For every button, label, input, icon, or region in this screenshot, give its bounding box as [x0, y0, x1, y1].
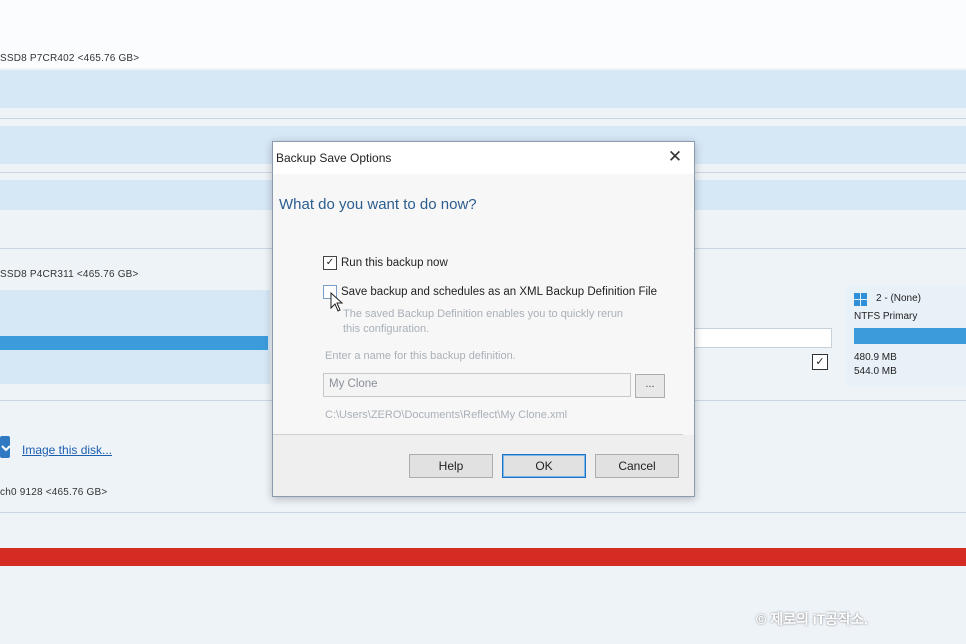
definition-name-input[interactable] [324, 374, 630, 394]
name-label: Enter a name for this backup definition. [325, 350, 516, 362]
ok-button[interactable]: OK [502, 454, 586, 478]
cancel-button[interactable]: Cancel [595, 454, 679, 478]
dialog-titlebar[interactable]: Backup Save Options ✕ [273, 142, 694, 174]
help-button[interactable]: Help [409, 454, 493, 478]
dialog-body: What do you want to do now? ✓ Run this ba… [273, 174, 694, 496]
windows-icon [854, 293, 868, 307]
save-xml-option[interactable]: Save backup and schedules as an XML Back… [323, 285, 657, 299]
save-xml-label: Save backup and schedules as an XML Back… [341, 286, 658, 299]
mouse-cursor-icon [330, 292, 344, 312]
save-description: The saved Backup Definition enables you … [343, 308, 624, 335]
run-backup-checkbox[interactable]: ✓ [323, 256, 337, 270]
dialog-footer: Help OK Cancel [273, 435, 694, 496]
partition-used: 480.9 MB [854, 352, 897, 363]
partition-usage-bar [0, 336, 268, 350]
partition-type: NTFS Primary [854, 311, 918, 322]
image-this-disk-link[interactable]: Image this disk... [22, 443, 112, 457]
backup-save-options-dialog: Backup Save Options ✕ What do you want t… [272, 141, 695, 497]
definition-name-field[interactable] [323, 373, 631, 397]
question-heading: What do you want to do now? [279, 196, 477, 213]
partition-title: 2 - (None) [876, 293, 922, 304]
close-icon[interactable]: ✕ [662, 146, 688, 168]
disk-image-icon[interactable] [0, 432, 12, 462]
partition-total: 544.0 MB [854, 366, 897, 377]
partition-panel[interactable]: 2 - (None) NTFS Primary 480.9 MB 544.0 M… [846, 286, 966, 386]
browse-button[interactable]: ... [635, 374, 665, 398]
disk1-label: SSD8 P7CR402 <465.76 GB> [0, 53, 140, 64]
dialog-title: Backup Save Options [276, 151, 392, 165]
partition-bar [854, 328, 966, 344]
partition-field [690, 328, 832, 348]
definition-path: C:\Users\ZERO\Documents\Reflect\My Clone… [325, 409, 568, 421]
run-backup-option[interactable]: ✓ Run this backup now [323, 256, 448, 270]
run-backup-label: Run this backup now [341, 257, 448, 270]
red-selection-bar [0, 548, 966, 566]
watermark: © 제로의 iT공작소. [756, 611, 868, 627]
partition-checkbox[interactable]: ✓ [812, 354, 828, 370]
disk3-label: ch0 9128 <465.76 GB> [0, 487, 108, 498]
disk2-label: SSD8 P4CR311 <465.76 GB> [0, 269, 139, 280]
